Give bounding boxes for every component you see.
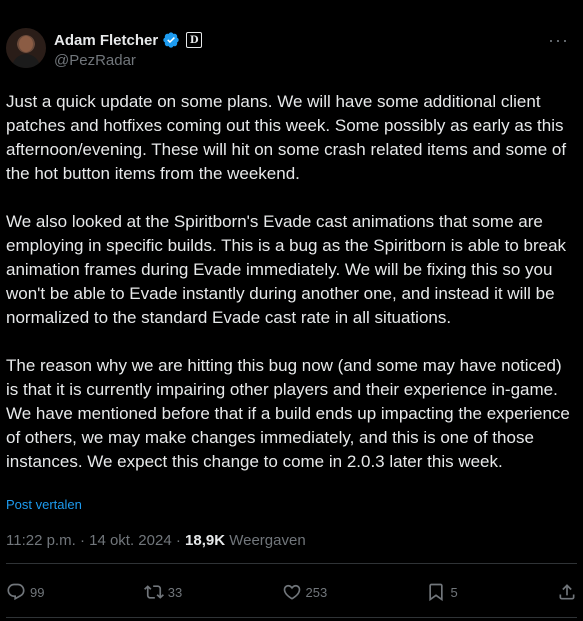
- post-time[interactable]: 11:22 p.m.: [6, 532, 76, 549]
- post-paragraph: Just a quick update on some plans. We wi…: [6, 92, 567, 183]
- share-button[interactable]: [557, 582, 577, 602]
- meta-separator: ·: [79, 532, 85, 549]
- reply-count: 99: [30, 584, 45, 600]
- repost-button[interactable]: 33: [143, 582, 183, 602]
- meta-separator: ·: [175, 532, 181, 549]
- post-header: Adam Fletcher D @PezRadar ···: [6, 28, 573, 72]
- more-icon[interactable]: ···: [548, 30, 569, 51]
- affiliate-badge[interactable]: D: [186, 32, 203, 48]
- reply-button[interactable]: 99: [6, 582, 44, 602]
- divider: [6, 563, 577, 564]
- reply-icon: [7, 583, 25, 601]
- share-icon: [559, 584, 575, 600]
- post-paragraph: We also looked at the Spiritborn's Evade…: [6, 212, 567, 327]
- avatar[interactable]: [6, 28, 46, 68]
- repost-count: 33: [167, 584, 183, 600]
- post-date[interactable]: 14 okt. 2024: [89, 532, 172, 549]
- author-display-name[interactable]: Adam Fletcher: [54, 32, 158, 49]
- author-handle[interactable]: @PezRadar: [54, 52, 136, 69]
- bookmark-count: 5: [450, 584, 458, 600]
- like-icon: [283, 584, 300, 600]
- verified-icon: [163, 32, 179, 48]
- post-meta: 11:22 p.m. · 14 okt. 2024 · 18,9K Weerga…: [6, 532, 306, 549]
- author-name-row: Adam Fletcher D: [54, 30, 203, 50]
- like-button[interactable]: 253: [282, 582, 328, 602]
- post-paragraph: The reason why we are hitting this bug n…: [6, 356, 570, 471]
- repost-icon: [143, 585, 164, 599]
- views-label[interactable]: Weergaven: [229, 532, 305, 549]
- bookmark-icon: [429, 583, 444, 602]
- views-count[interactable]: 18,9K: [185, 532, 225, 549]
- action-bar: 99 33 253 5: [6, 576, 577, 608]
- bookmark-button[interactable]: 5: [426, 582, 458, 602]
- translate-link[interactable]: Post vertalen: [6, 497, 82, 512]
- divider: [6, 617, 577, 618]
- like-count: 253: [305, 584, 328, 600]
- post-text: Just a quick update on some plans. We wi…: [6, 90, 576, 474]
